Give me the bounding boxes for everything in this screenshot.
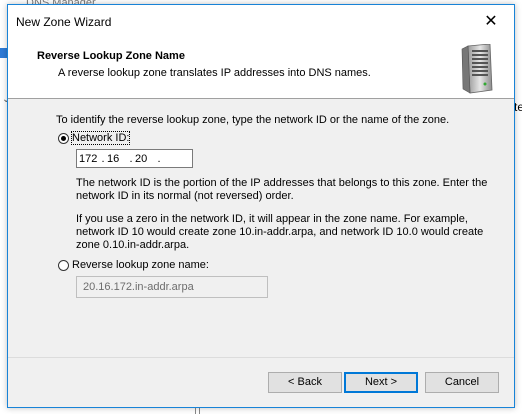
octet-2-field[interactable]: 16	[105, 153, 129, 165]
page-title: Reverse Lookup Zone Name	[37, 50, 185, 62]
close-button[interactable]: ✕	[468, 5, 514, 36]
network-id-radio[interactable]: Network ID:	[58, 131, 131, 145]
radio-button-unselected[interactable]	[58, 259, 69, 271]
zero-example-text: If you use a zero in the network ID, it …	[76, 213, 496, 252]
help-line: network ID 10 would create zone 10.in-ad…	[76, 226, 484, 238]
cancel-button[interactable]: Cancel	[425, 372, 499, 393]
close-icon: ✕	[484, 12, 498, 30]
octet-3-field[interactable]: 20	[133, 153, 157, 165]
instructions-text: To identify the reverse lookup zone, typ…	[56, 114, 450, 126]
network-id-input[interactable]: 172 . 16 . 20 .	[76, 149, 193, 168]
octet-1-field[interactable]: 172	[77, 153, 101, 165]
footer-divider	[8, 357, 514, 358]
zone-name-label[interactable]: Reverse lookup zone name:	[72, 259, 209, 271]
background-text: te	[514, 100, 522, 114]
help-line: The network ID is the portion of the IP …	[76, 177, 488, 189]
page-subtitle: A reverse lookup zone translates IP addr…	[58, 67, 371, 79]
wizard-header: Reverse Lookup Zone Name A reverse looku…	[8, 36, 514, 99]
zone-name-input[interactable]: 20.16.172.in-addr.arpa	[76, 276, 268, 298]
network-id-label[interactable]: Network ID:	[70, 131, 131, 145]
zone-name-radio[interactable]: Reverse lookup zone name:	[58, 259, 209, 271]
next-button[interactable]: Next >	[344, 372, 418, 393]
back-button[interactable]: < Back	[268, 372, 342, 393]
octet-separator: .	[157, 152, 161, 165]
server-icon	[461, 44, 493, 94]
new-zone-wizard-dialog: New Zone Wizard ✕ Reverse Lookup Zone Na…	[7, 4, 515, 408]
help-line: network ID in its normal (not reversed) …	[76, 190, 294, 202]
network-id-help-text: The network ID is the portion of the IP …	[76, 177, 496, 203]
radio-button-selected[interactable]	[58, 132, 69, 144]
help-line: If you use a zero in the network ID, it …	[76, 213, 468, 225]
help-line: zone 0.10.in-addr.arpa.	[76, 239, 190, 251]
dialog-titlebar[interactable]: New Zone Wizard ✕	[8, 5, 514, 36]
dialog-title: New Zone Wizard	[16, 15, 112, 29]
